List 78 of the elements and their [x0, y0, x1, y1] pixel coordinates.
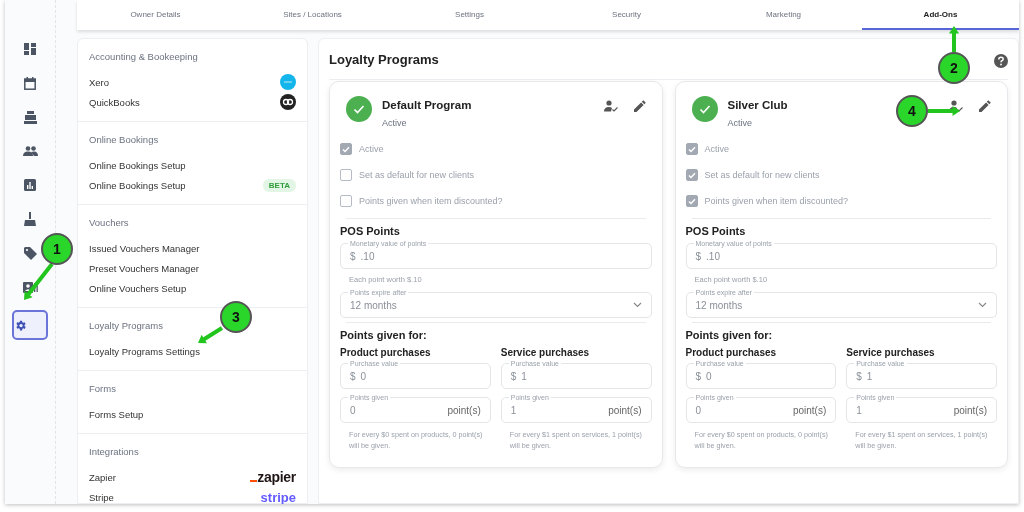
settings-icon — [14, 318, 27, 332]
sidebar-link[interactable]: Stripe — [89, 491, 114, 503]
sidebar-link[interactable]: QuickBooks — [89, 96, 140, 108]
step-badge: 2 — [938, 52, 970, 84]
checkbox[interactable] — [685, 169, 698, 181]
checkbox-label: Set as default for new clients — [704, 170, 820, 180]
edit-icon[interactable] — [633, 100, 646, 112]
broom-icon — [24, 212, 36, 226]
checkbox[interactable] — [340, 169, 352, 181]
page-title: Loyalty Programs — [329, 51, 439, 67]
checkbox-label: Active — [704, 144, 729, 154]
section-heading: POS Points — [685, 225, 747, 237]
group-heading: Service purchases — [846, 347, 936, 358]
help-icon[interactable] — [994, 53, 1008, 68]
checkbox[interactable] — [340, 195, 352, 207]
sidebar-link[interactable]: Preset Vouchers Manager — [89, 262, 199, 274]
checkbox[interactable] — [685, 195, 698, 207]
edit-icon[interactable] — [979, 100, 991, 112]
checkbox-label: Set as default for new clients — [359, 170, 475, 180]
checkbox-label: Points given when item discounted? — [359, 196, 503, 206]
logo-icon — [280, 74, 296, 90]
register-icon — [23, 110, 37, 124]
calendar-icon — [24, 76, 36, 90]
tab[interactable]: Settings — [391, 0, 548, 30]
section-heading: Accounting & Bookeeping — [89, 51, 199, 62]
section-heading: Points given for: — [340, 329, 428, 341]
chart-icon — [24, 179, 36, 191]
section-heading: Online Bookings — [89, 134, 160, 145]
sidebar-link[interactable]: Online Vouchers Setup — [89, 282, 187, 294]
section-heading: POS Points — [340, 225, 401, 237]
sidebar-link[interactable]: Xero — [89, 76, 110, 88]
sidebar-link[interactable]: Issued Vouchers Manager — [89, 242, 200, 254]
sidebar-link[interactable]: Online Bookings Setup — [89, 159, 186, 171]
section-heading: Points given for: — [685, 329, 774, 341]
checkbox-label: Active — [359, 144, 384, 154]
program-status: Active — [382, 118, 408, 128]
pointer-arrow — [948, 26, 960, 52]
checkbox[interactable] — [340, 143, 352, 155]
tab[interactable]: Security — [548, 0, 705, 30]
checkbox[interactable] — [685, 143, 698, 155]
tab[interactable]: Marketing — [705, 0, 862, 30]
dashboard-icon — [24, 43, 36, 55]
checkbox-label: Points given when item discounted? — [704, 196, 849, 206]
sidebar-link[interactable]: Loyalty Programs Settings — [89, 345, 200, 357]
group-heading: Product purchases — [340, 347, 432, 358]
sidebar-link[interactable]: Forms Setup — [89, 408, 144, 420]
person-check-icon[interactable] — [603, 100, 618, 112]
logo-icon — [280, 94, 296, 110]
program-name: Default Program — [382, 99, 473, 111]
pointer-arrow — [198, 326, 224, 344]
section-heading: Integrations — [89, 446, 140, 457]
step-badge: 4 — [896, 95, 928, 127]
sidebar-link[interactable]: Zapier — [89, 471, 116, 483]
section-heading: Forms — [89, 383, 117, 394]
sidebar-link[interactable]: Online Bookings Setup — [89, 179, 186, 191]
check-circle-icon — [346, 96, 372, 122]
program-status: Active — [727, 118, 753, 128]
tab[interactable]: Add-Ons — [862, 0, 1019, 30]
group-heading: Service purchases — [500, 347, 591, 358]
people-icon — [22, 146, 38, 156]
step-badge: 1 — [41, 233, 73, 265]
beta-badge: BETA — [262, 178, 296, 192]
tab[interactable]: Owner Details — [77, 0, 234, 30]
pointer-arrow — [24, 262, 54, 300]
chevron-down-icon — [632, 302, 642, 308]
stripe-logo: stripe — [260, 489, 296, 504]
section-heading: Loyalty Programs — [89, 320, 164, 331]
id-card-icon — [22, 281, 38, 293]
zapier-logo: zapier — [250, 469, 296, 485]
tag-icon — [23, 246, 37, 260]
chevron-down-icon — [978, 302, 987, 308]
check-circle-icon — [691, 96, 718, 122]
pointer-arrow — [928, 105, 960, 117]
nav-button[interactable] — [12, 310, 48, 340]
section-heading: Vouchers — [89, 217, 130, 228]
tab[interactable]: Sites / Locations — [234, 0, 391, 30]
step-badge: 3 — [220, 301, 252, 333]
group-heading: Product purchases — [685, 347, 778, 358]
